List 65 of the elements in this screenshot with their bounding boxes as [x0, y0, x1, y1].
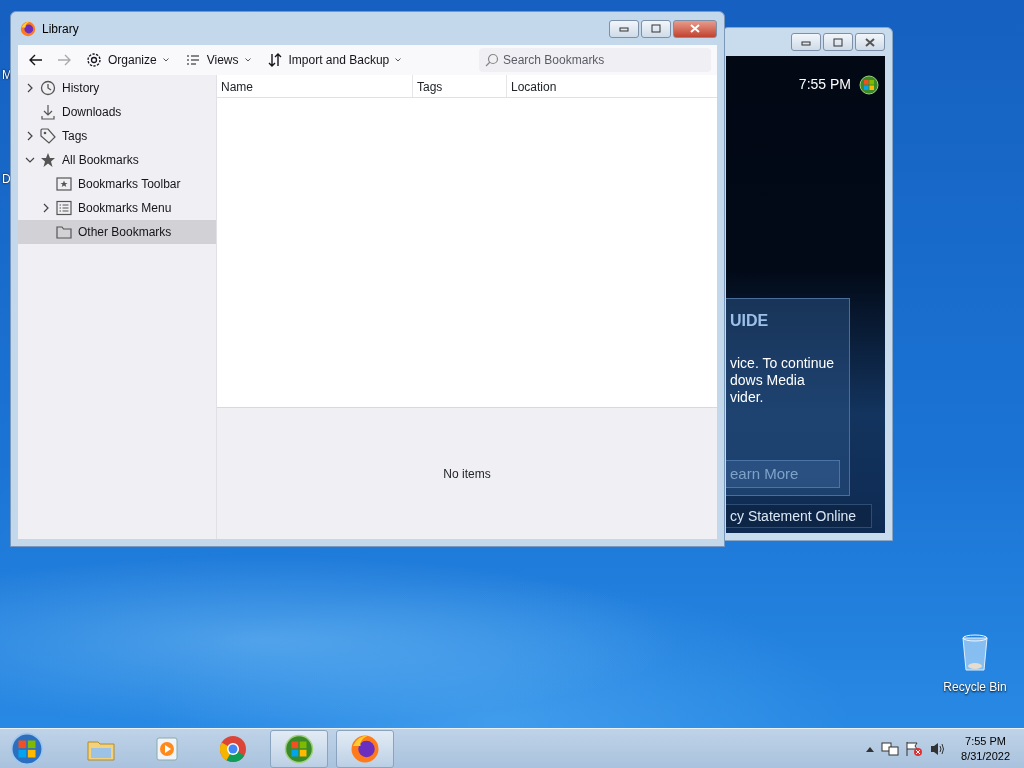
maximize-icon [650, 23, 662, 34]
tree-item[interactable]: Downloads [18, 100, 216, 124]
star-box-icon [56, 176, 72, 192]
toolbar-menu-button[interactable]: Views [178, 49, 257, 71]
empty-message: No items [443, 465, 491, 483]
column-header[interactable]: Location [507, 75, 717, 97]
left-arrow-icon [28, 52, 44, 68]
tree-item[interactable]: History [18, 76, 216, 100]
close-icon [864, 36, 876, 48]
download-icon [40, 104, 56, 120]
flag-icon[interactable] [905, 740, 924, 757]
right-arrow-icon [56, 52, 72, 68]
chevron-down-icon[interactable] [25, 155, 35, 165]
chrome-icon [218, 733, 248, 764]
search-field[interactable]: Search Bookmarks [479, 48, 711, 72]
window-title: Library [42, 20, 79, 38]
close-button[interactable] [855, 33, 885, 51]
list-icon [184, 52, 201, 68]
privacy-link[interactable]: cy Statement Online [726, 504, 872, 528]
tree-item[interactable]: Tags [18, 124, 216, 148]
tree-item[interactable]: Bookmarks Toolbar [18, 172, 216, 196]
windows-logo-icon[interactable] [859, 74, 879, 95]
fox-logo-icon [20, 20, 36, 37]
clock-date: 8/31/2022 [961, 748, 1010, 764]
tree-item[interactable]: All Bookmarks [18, 148, 216, 172]
maximize-icon [832, 36, 844, 48]
list-box-icon [56, 200, 72, 216]
caret-icon [395, 58, 402, 62]
clock-icon [40, 80, 56, 96]
chevron-right-icon[interactable] [41, 203, 51, 213]
maximize-button[interactable] [823, 33, 853, 51]
windows-logo-icon [10, 731, 44, 766]
close-icon [689, 23, 701, 34]
star-icon [40, 152, 56, 168]
gear-icon [86, 52, 102, 68]
maximize-button[interactable] [641, 19, 671, 38]
clock-text: 7:55 PM [798, 75, 851, 94]
minimize-button[interactable] [609, 19, 639, 38]
column-header[interactable]: Tags [413, 75, 507, 97]
panel-text: vice. To continue dows Media vider. [729, 355, 836, 406]
caret-icon [244, 58, 251, 62]
toolbar-menu-button[interactable]: Organize [80, 49, 175, 71]
tree-item[interactable]: Other Bookmarks [18, 220, 216, 244]
close-button[interactable] [673, 19, 717, 38]
clock-time: 7:55 PM [965, 733, 1006, 749]
windows-logo-icon [284, 733, 314, 764]
column-header[interactable]: Name [217, 75, 413, 97]
desktop-icon-label[interactable]: Recycle Bin [943, 678, 1007, 696]
minimize-button[interactable] [791, 33, 821, 51]
chevron-right-icon[interactable] [25, 83, 35, 93]
taskbar-app-button[interactable] [336, 729, 394, 768]
folder-icon [56, 224, 72, 240]
toolbar-menu-button[interactable]: Import and Backup [260, 49, 408, 71]
network-icon[interactable] [881, 740, 900, 757]
chevron-right-icon[interactable] [25, 131, 35, 141]
panel-heading: UIDE [729, 311, 770, 331]
tray-clock[interactable]: 7:55 PM 8/31/2022 [961, 733, 1010, 764]
tree-item[interactable]: Bookmarks Menu [18, 196, 216, 220]
caret-icon [162, 58, 169, 62]
fox-logo-icon [350, 733, 380, 764]
sort-arrows-icon [266, 52, 283, 68]
desktop-icon-label: M [2, 67, 12, 84]
tag-icon [40, 128, 56, 144]
taskbar-app-button[interactable] [270, 729, 328, 768]
desktop-icon-label: D [2, 171, 11, 188]
